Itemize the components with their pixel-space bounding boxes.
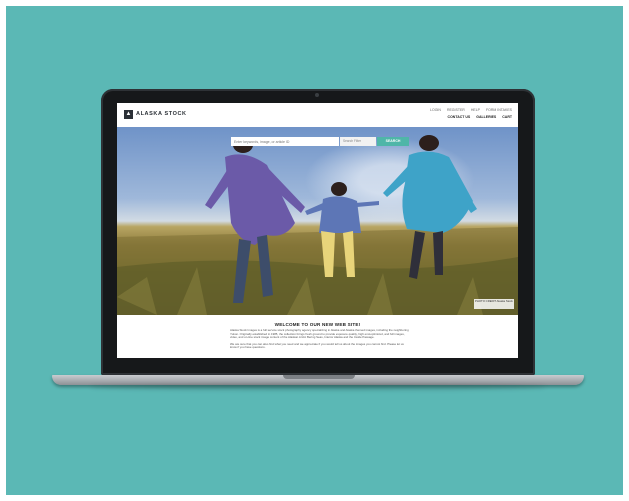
nav-galleries[interactable]: GALLERIES [476,115,496,119]
search-filter-select[interactable]: Search Filter [340,137,376,146]
figure-middle-head [331,182,347,196]
hero-image: Search Filter SEARCH PHOTO CREDIT Alaska… [117,127,518,315]
top-nav: LOGIN REGISTER HELP FORM INTAKES [430,108,512,112]
welcome-paragraph-1: Alaska Stock Images is a full service st… [230,328,409,340]
laptop-shadow [90,384,546,390]
search-input[interactable] [231,137,339,146]
figure-left-dress [225,154,295,245]
welcome-paragraph-2: We are sure that you can also find what … [230,341,404,350]
nav-cart[interactable]: CART [502,115,512,119]
laptop-base-notch [283,375,355,379]
search-button[interactable]: SEARCH [377,137,409,146]
hero-photo-figures [117,135,518,315]
site-logo[interactable]: ALASKA STOCK [136,111,187,117]
webcam [315,93,319,97]
welcome-text: Alaska Stock Images is a full service st… [230,328,410,350]
nav-login[interactable]: LOGIN [430,108,441,112]
nav-form-intakes[interactable]: FORM INTAKES [486,108,512,112]
figure-middle-dress [319,196,361,233]
photo-credit: PHOTO CREDIT Alaska Stock [474,299,514,309]
laptop-screen: ▲ ALASKA STOCK LOGIN REGISTER HELP FORM … [117,103,518,358]
nav-help[interactable]: HELP [471,108,480,112]
figure-right-head [419,135,439,151]
nav-contact-us[interactable]: CONTACT US [448,115,471,119]
logo-icon[interactable]: ▲ [124,110,133,119]
main-nav: CONTACT US GALLERIES CART [448,115,512,119]
welcome-title: WELCOME TO OUR NEW WEB SITE! [274,322,361,327]
site-header: ▲ ALASKA STOCK LOGIN REGISTER HELP FORM … [117,103,518,127]
nav-register[interactable]: REGISTER [447,108,465,112]
